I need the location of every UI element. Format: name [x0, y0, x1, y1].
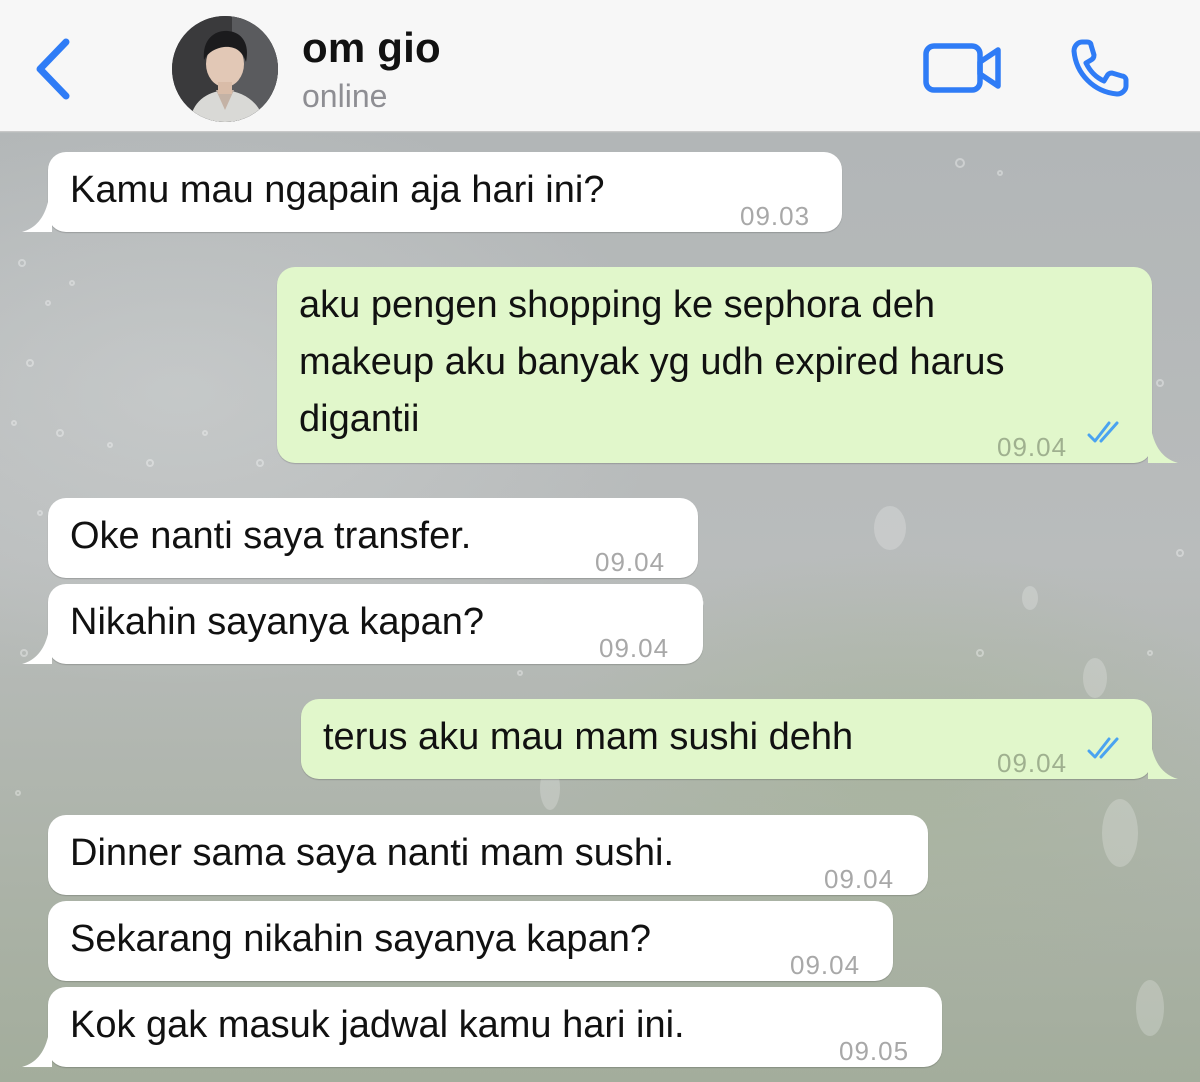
bubble-tail: [1148, 749, 1178, 779]
message-bubble-incoming[interactable]: Kok gak masuk jadwal kamu hari ini. 09.0…: [22, 987, 942, 1067]
bubble-tail: [1148, 433, 1178, 463]
avatar-image: [172, 16, 278, 122]
message-bubble-incoming[interactable]: Sekarang nikahin sayanya kapan? 09.04: [48, 901, 893, 981]
message-time: 09.04: [599, 633, 670, 663]
bubble-tail: [22, 1037, 52, 1067]
video-call-button[interactable]: [922, 40, 1004, 96]
message-time: 09.04: [790, 950, 861, 980]
chat-header: om gio online: [0, 0, 1200, 132]
bubble-tail: [22, 202, 52, 232]
message-bubble-incoming[interactable]: Nikahin sayanya kapan? 09.04: [22, 584, 703, 664]
message-text: Sekarang nikahin sayanya kapan?: [70, 918, 651, 960]
message-text: Dinner sama saya nanti mam sushi.: [70, 832, 675, 874]
message-text-line: digantii: [299, 398, 420, 440]
message-text: Kok gak masuk jadwal kamu hari ini.: [70, 1004, 685, 1046]
phone-icon: [1071, 39, 1129, 97]
message-bubble-incoming[interactable]: Dinner sama saya nanti mam sushi. 09.04: [48, 815, 928, 895]
message-bubble-incoming[interactable]: Oke nanti saya transfer. 09.04: [48, 498, 698, 578]
message-text-line: aku pengen shopping ke sephora deh: [299, 284, 935, 326]
message-time: 09.04: [824, 864, 895, 894]
message-time: 09.03: [740, 201, 811, 231]
double-check-icon: [1087, 737, 1119, 759]
message-bubble-incoming[interactable]: Kamu mau ngapain aja hari ini? 09.03: [22, 152, 842, 232]
contact-name[interactable]: om gio: [302, 24, 441, 72]
message-text: Nikahin sayanya kapan?: [70, 601, 485, 643]
chevron-left-icon: [36, 38, 70, 100]
message-text: Oke nanti saya transfer.: [70, 515, 472, 557]
message-time: 09.04: [997, 432, 1068, 462]
contact-status: online: [302, 78, 388, 114]
bubble-tail: [22, 634, 52, 664]
message-text: Kamu mau ngapain aja hari ini?: [70, 169, 605, 211]
message-time: 09.04: [595, 547, 666, 577]
voice-call-button[interactable]: [1068, 36, 1134, 100]
message-time: 09.05: [839, 1036, 910, 1066]
avatar[interactable]: [172, 16, 278, 122]
message-bubble-outgoing[interactable]: aku pengen shopping ke sephora deh makeu…: [277, 267, 1178, 463]
message-text: terus aku mau mam sushi dehh: [323, 716, 854, 758]
message-bubble-outgoing[interactable]: terus aku mau mam sushi dehh 09.04: [301, 699, 1178, 779]
back-button[interactable]: [30, 36, 80, 102]
message-text-line: makeup aku banyak yg udh expired harus: [299, 341, 1005, 383]
message-time: 09.04: [997, 748, 1068, 778]
double-check-icon: [1087, 421, 1119, 443]
video-camera-icon: [923, 43, 1001, 93]
